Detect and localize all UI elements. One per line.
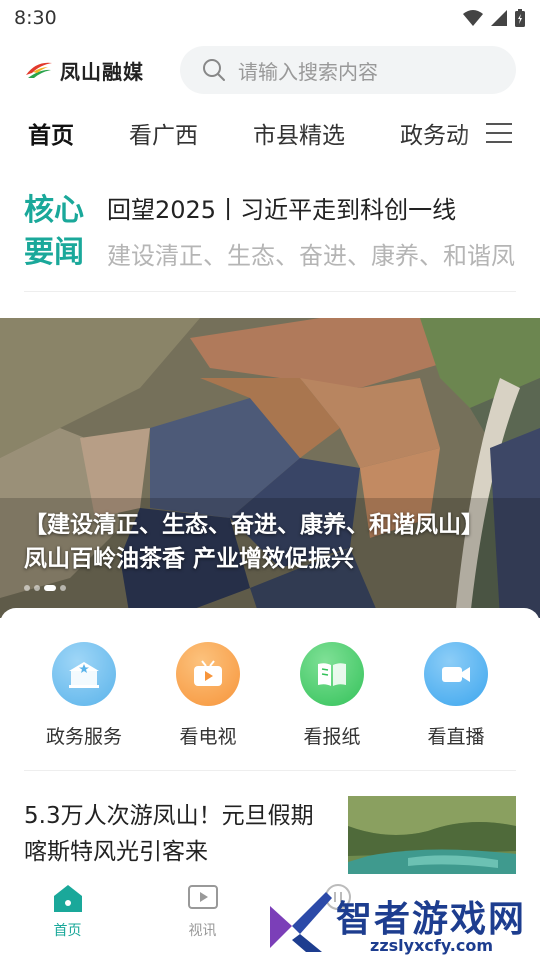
service-government-label: 政务服务 — [45, 726, 122, 748]
banner-carousel[interactable]: 【建设清正、生态、奋进、康养、和谐凤山】凤山百岭油茶香 产业增效促振兴 — [0, 318, 540, 618]
carousel-dot — [60, 585, 66, 591]
banner-caption: 【建设清正、生态、奋进、康养、和谐凤山】凤山百岭油茶香 产业增效促振兴 — [24, 512, 484, 572]
channel-tabs: 首页 看广西 市县精选 政务动 — [0, 104, 540, 162]
watermark-logo-icon — [270, 892, 332, 952]
tab-county-picks[interactable]: 市县精选 — [253, 116, 345, 150]
tv-icon — [176, 642, 240, 706]
video-play-icon — [187, 885, 218, 909]
tab-home[interactable]: 首页 — [28, 116, 74, 150]
article-thumbnail — [348, 796, 516, 876]
header: 凤山融媒 请输入搜索内容 — [0, 44, 540, 96]
service-government[interactable]: 政务服务 — [24, 642, 144, 749]
core-news-label: 核心要闻 — [24, 193, 84, 270]
search-placeholder: 请输入搜索内容 — [238, 59, 378, 84]
tab-bar-video[interactable]: 视讯 — [135, 874, 270, 960]
carousel-indicator — [24, 585, 66, 591]
carousel-dot — [24, 585, 30, 591]
wifi-icon — [463, 10, 483, 26]
core-news-headline[interactable]: 回望2025丨习近平走到科创一线 — [107, 190, 456, 225]
status-time: 8:30 — [14, 7, 57, 29]
search-input[interactable]: 请输入搜索内容 — [180, 46, 516, 94]
brand: 凤山融媒 — [24, 56, 180, 85]
watermark-url: zzslyxcfy.com — [370, 936, 494, 955]
service-newspaper-label: 看报纸 — [303, 726, 361, 748]
watermark-title: 智者游戏网 — [336, 899, 527, 940]
tab-bar-home-label: 首页 — [53, 923, 82, 939]
article-title: 5.3万人次游凤山！元旦假期喀斯特风光引客来 — [24, 803, 314, 865]
live-camera-icon — [424, 642, 488, 706]
brand-name: 凤山融媒 — [60, 59, 144, 84]
service-live-label: 看直播 — [427, 726, 485, 748]
carousel-dot — [34, 585, 40, 591]
core-news-flash[interactable]: 核心要闻 回望2025丨习近平走到科创一线 建设清正、生态、奋进、康养、和谐凤山 — [24, 184, 516, 292]
battery-icon — [515, 9, 525, 27]
brand-logo-icon — [26, 62, 52, 78]
service-tv[interactable]: 看电视 — [148, 642, 268, 749]
tab-bar-home[interactable]: 首页 — [0, 874, 135, 960]
menu-icon — [486, 123, 512, 143]
tab-government[interactable]: 政务动 — [400, 116, 469, 150]
service-grid: 政务服务 看电视 看报纸 看直播 — [24, 642, 516, 749]
core-news-subline[interactable]: 建设清正、生态、奋进、康养、和谐凤山 — [107, 236, 516, 271]
list-item[interactable]: 5.3万人次游凤山！元旦假期喀斯特风光引客来 — [24, 796, 516, 876]
home-icon — [53, 885, 82, 912]
tab-guangxi[interactable]: 看广西 — [129, 116, 198, 150]
service-tv-label: 看电视 — [179, 726, 237, 748]
status-icons — [462, 8, 526, 28]
watermark: 智者游戏网 zzslyxcfy.com — [266, 884, 540, 960]
service-live[interactable]: 看直播 — [396, 642, 516, 749]
channel-menu-button[interactable] — [460, 104, 540, 162]
divider — [24, 770, 516, 771]
government-icon — [52, 642, 116, 706]
service-newspaper[interactable]: 看报纸 — [272, 642, 392, 749]
tab-bar-video-label: 视讯 — [188, 923, 217, 939]
carousel-dot-active — [44, 585, 56, 591]
cellular-signal-icon — [491, 10, 507, 26]
newspaper-icon — [300, 642, 364, 706]
status-bar: 8:30 — [0, 0, 540, 36]
search-icon — [203, 59, 225, 81]
